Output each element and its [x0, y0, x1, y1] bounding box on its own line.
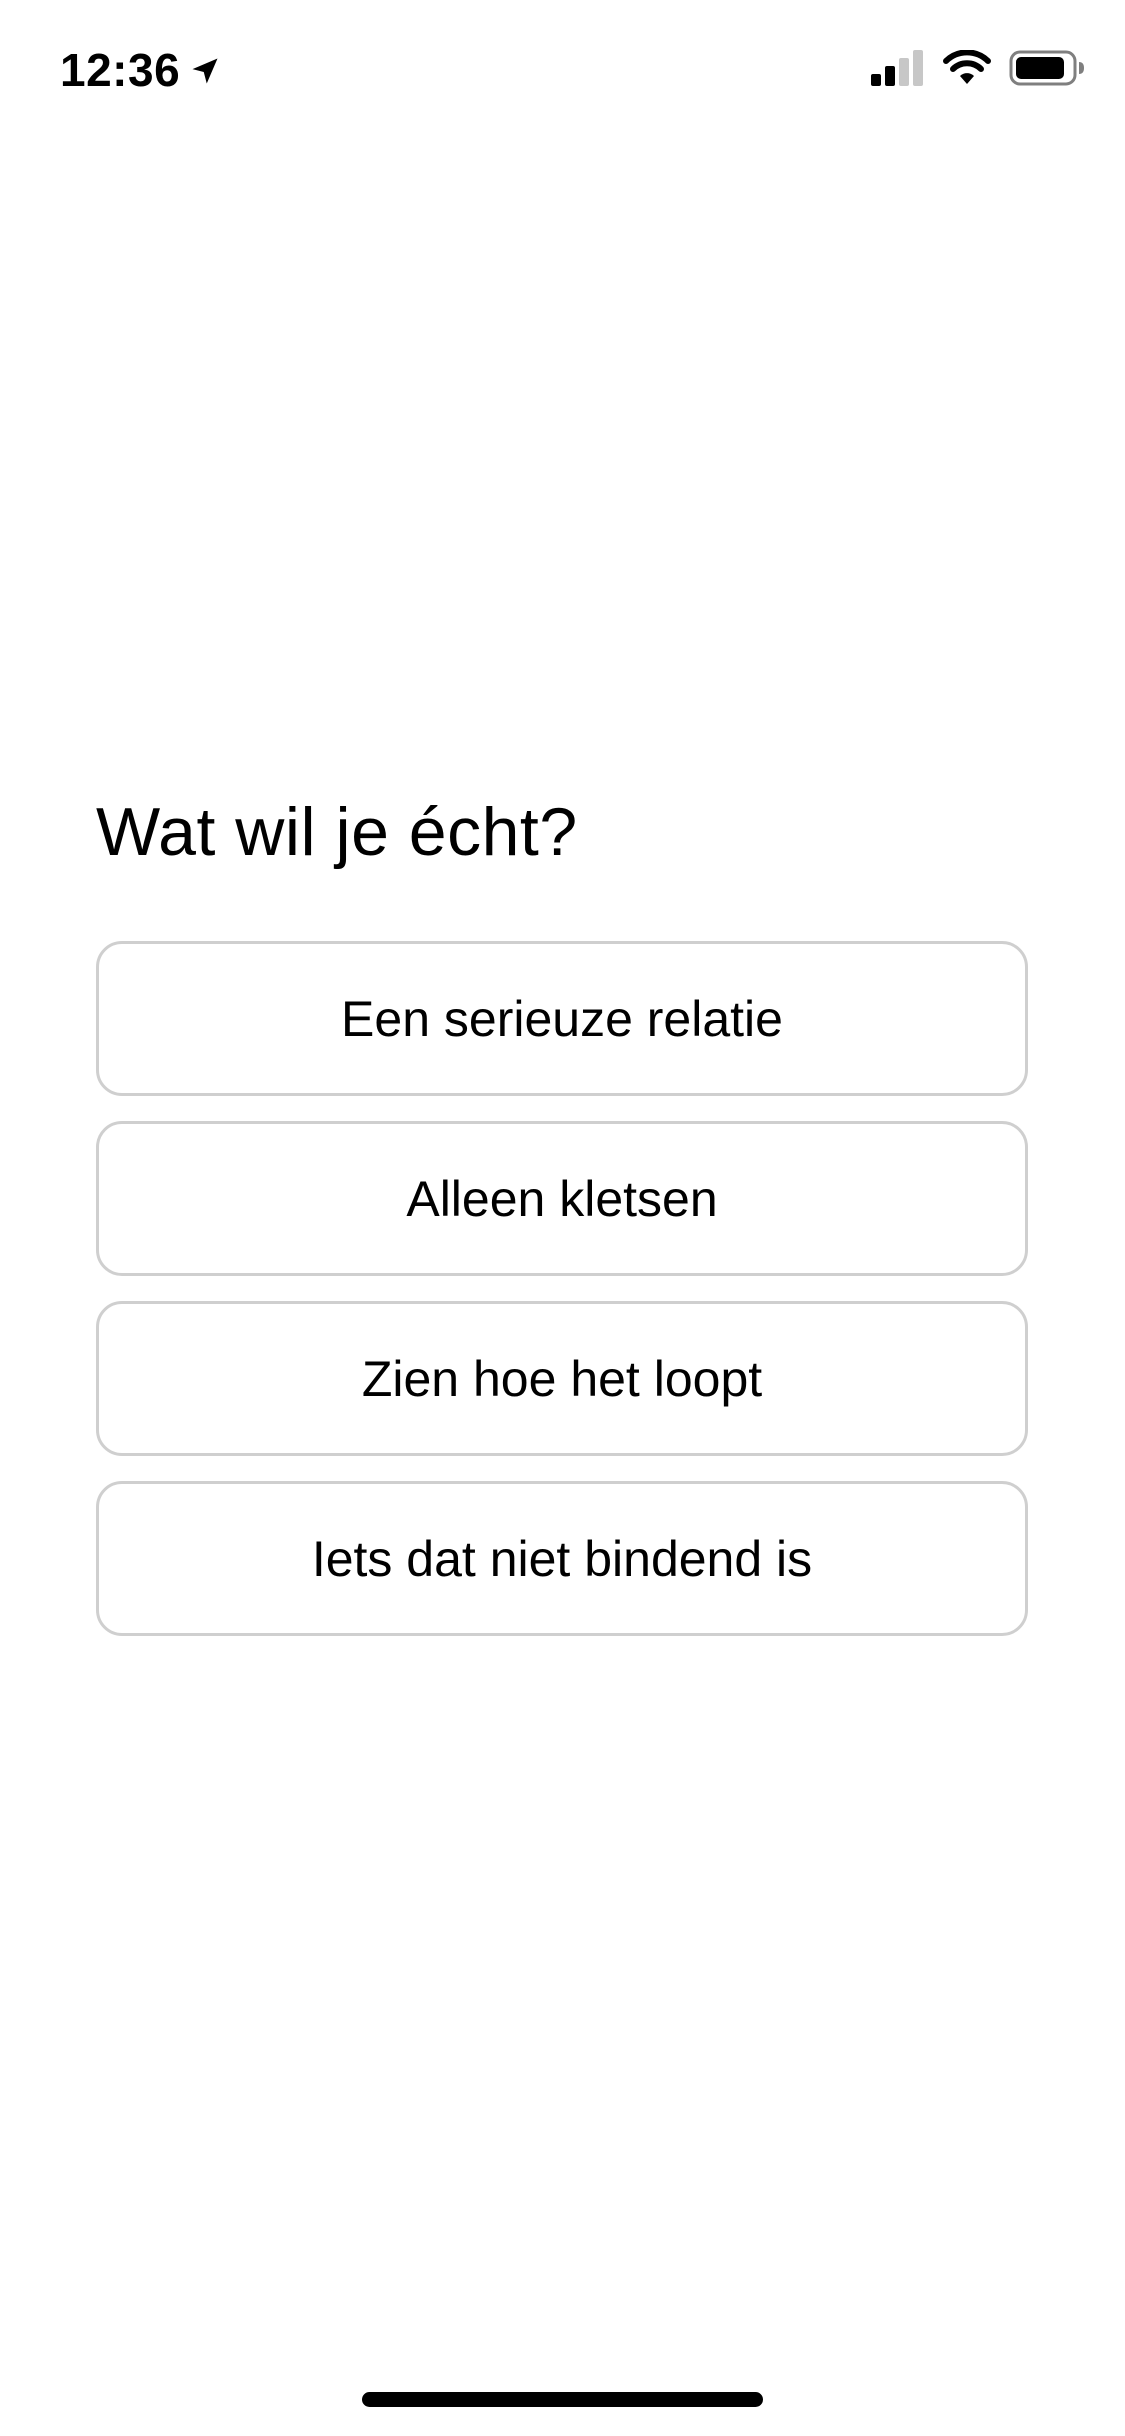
- status-time-group: 12:36: [60, 40, 220, 100]
- home-indicator[interactable]: [362, 2392, 763, 2407]
- option-nothing-binding-button[interactable]: Iets dat niet bindend is: [96, 1481, 1028, 1636]
- option-label: Zien hoe het loopt: [361, 1350, 763, 1407]
- option-label: Alleen kletsen: [406, 1170, 718, 1227]
- status-bar: 12:36: [0, 0, 1125, 132]
- status-right-icons: [871, 48, 1085, 88]
- option-label: Een serieuze relatie: [341, 990, 783, 1047]
- option-just-chatting-button[interactable]: Alleen kletsen: [96, 1121, 1028, 1276]
- answer-options: Een serieuze relatie Alleen kletsen Zien…: [96, 941, 1028, 1636]
- option-see-how-it-goes-button[interactable]: Zien hoe het loopt: [96, 1301, 1028, 1456]
- option-label: Iets dat niet bindend is: [311, 1530, 813, 1587]
- cellular-signal-icon: [871, 50, 923, 86]
- battery-icon: [1009, 50, 1084, 86]
- wifi-icon: [943, 50, 991, 84]
- question-title: Wat wil je écht?: [96, 794, 578, 870]
- status-time: 12:36: [60, 44, 181, 96]
- option-serious-relationship-button[interactable]: Een serieuze relatie: [96, 941, 1028, 1096]
- location-arrow-icon: [192, 58, 218, 84]
